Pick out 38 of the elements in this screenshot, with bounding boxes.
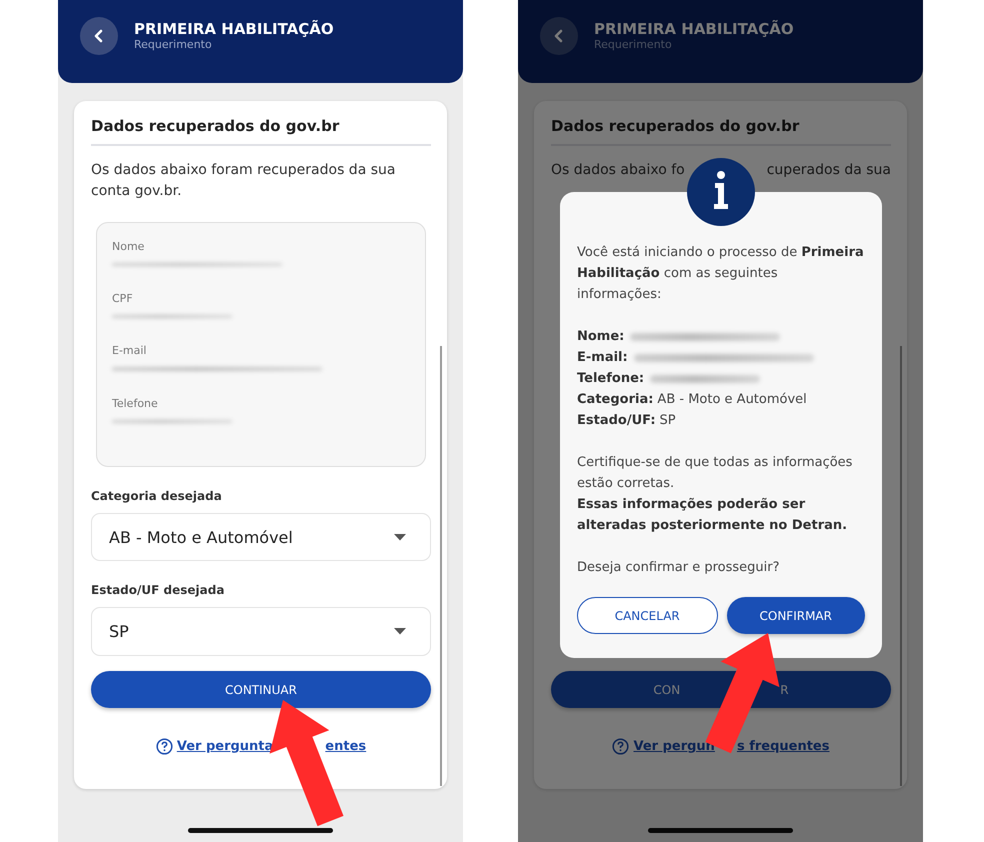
faq-link[interactable]: entes	[325, 739, 366, 754]
help-icon	[612, 738, 630, 755]
dropdown-field[interactable]: SP	[91, 607, 431, 656]
field-label: Telefone	[112, 396, 159, 410]
select-label: Estado/UF desejada	[91, 583, 226, 598]
summary-value: AB - Moto e Automóvel	[657, 392, 807, 407]
screen-title: PRIMEIRA HABILITAÇÃO	[594, 20, 794, 38]
dialog-question: Deseja confirmar e prosseguir?	[577, 559, 781, 577]
card-heading: Dados recuperados do gov.br	[551, 117, 800, 135]
confirm-button[interactable]: CONFIRMAR	[726, 597, 865, 634]
screen-title: PRIMEIRA HABILITAÇÃO	[134, 20, 334, 38]
summary-label: Nome:	[577, 329, 624, 344]
cancel-button[interactable]: CANCELAR	[577, 597, 718, 634]
summary-value: SP	[660, 413, 676, 428]
help-icon	[156, 738, 173, 756]
back-button[interactable]	[80, 16, 118, 54]
dialog-text: Você está iniciando o processo de Primeira Habilitação com as seguintes informações:	[577, 244, 865, 304]
dropdown-field[interactable]: AB - Moto e Automóvel	[91, 512, 431, 562]
intro-text: Os dados abaixo fo	[551, 161, 685, 180]
intro-text: cuperados da sua	[766, 161, 891, 180]
warning-text: Essas informações poderão ser alteradas posteriormente no Detran.	[577, 496, 848, 535]
faq-link[interactable]: Ver pergunta	[176, 739, 274, 754]
summary-label: E-mail:	[577, 350, 628, 365]
select-label: Categoria desejada	[91, 488, 223, 503]
continue-button[interactable]: CONTINUAR	[91, 671, 431, 708]
summary-label: Estado/UF:	[577, 413, 656, 428]
screen-subtitle: Requerimento	[134, 38, 213, 51]
summary-label: Categoria:	[577, 392, 654, 407]
screen-subtitle: Requerimento	[594, 38, 673, 51]
field-label: E-mail	[112, 344, 148, 358]
summary-label: Telefone:	[577, 371, 644, 386]
dialog-text: Certifique-se de que todas as informações estão corretas.	[577, 454, 854, 493]
dropdown-caret-icon	[394, 534, 406, 541]
card-heading: Dados recuperados do gov.br	[91, 117, 340, 135]
field-label: CPF	[112, 292, 134, 306]
dropdown-caret-icon	[394, 628, 406, 636]
intro-text: Os dados abaixo foram recuperados da sua conta gov.br.	[91, 160, 396, 201]
field-label: Nome	[112, 240, 146, 253]
